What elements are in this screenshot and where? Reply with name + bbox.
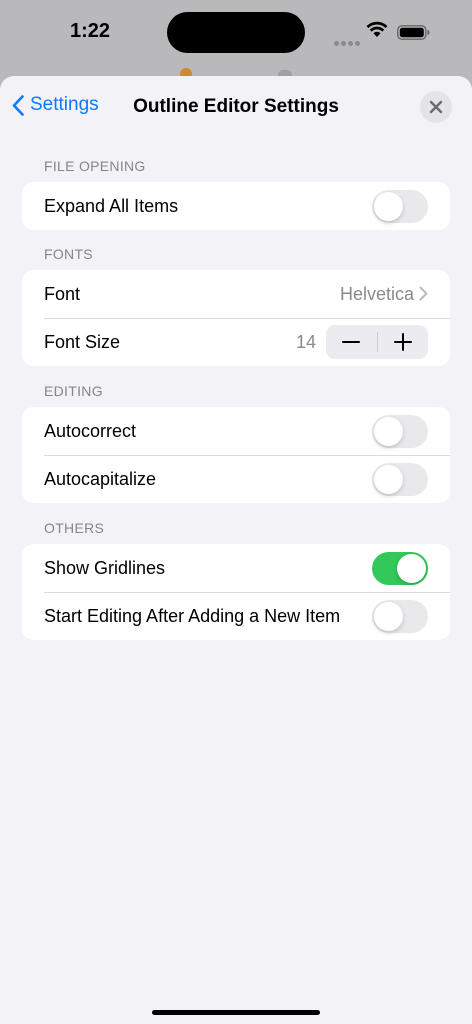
font-label: Font [44,283,81,304]
settings-sheet: Settings Outline Editor Settings FILE OP… [0,76,472,1024]
chevron-right-icon [419,286,428,301]
group-fonts: Font Helvetica Font Size 14 [22,270,450,366]
row-show-gridlines: Show Gridlines [22,544,450,592]
row-expand-all-items: Expand All Items [22,182,450,230]
font-size-stepper [326,325,428,359]
section-header-others: OTHERS [44,520,105,536]
autocorrect-label: Autocorrect [44,420,137,441]
section-header-file-opening: FILE OPENING [44,158,146,174]
row-autocorrect: Autocorrect [22,407,450,455]
start-editing-toggle[interactable] [372,600,428,633]
font-size-label: Font Size [44,331,121,352]
home-indicator[interactable] [152,1010,320,1015]
increment-button[interactable] [377,325,428,359]
plus-icon [393,333,412,351]
row-font-size: Font Size 14 [22,318,450,366]
font-size-value: 14 [295,331,316,352]
decrement-button[interactable] [326,325,377,359]
section-header-fonts: FONTS [44,246,93,262]
row-autocapitalize: Autocapitalize [22,455,450,503]
navigation-bar: Settings Outline Editor Settings [0,76,472,140]
close-icon [429,100,443,114]
status-bar: 1:22 [0,0,472,80]
autocapitalize-label: Autocapitalize [44,468,157,489]
show-gridlines-toggle[interactable] [372,552,428,585]
group-others: Show Gridlines Start Editing After Addin… [22,544,450,640]
start-editing-label: Start Editing After Adding a New Item [44,605,341,626]
battery-icon [397,25,430,40]
expand-all-items-toggle[interactable] [372,190,428,223]
status-time: 1:22 [70,20,111,42]
wifi-icon [366,21,388,37]
dynamic-island [167,12,305,53]
page-title: Outline Editor Settings [133,96,339,117]
close-button[interactable] [420,91,452,123]
group-file-opening: Expand All Items [22,182,450,230]
font-value: Helvetica [339,283,414,304]
expand-all-items-label: Expand All Items [44,195,179,216]
row-font[interactable]: Font Helvetica [22,270,450,318]
autocapitalize-toggle[interactable] [372,463,428,496]
group-editing: Autocorrect Autocapitalize [22,407,450,503]
signal-dots-icon [334,33,362,51]
minus-icon [342,341,361,343]
autocorrect-toggle[interactable] [372,415,428,448]
section-header-editing: EDITING [44,383,103,399]
show-gridlines-label: Show Gridlines [44,557,166,578]
row-start-editing: Start Editing After Adding a New Item [22,592,450,640]
